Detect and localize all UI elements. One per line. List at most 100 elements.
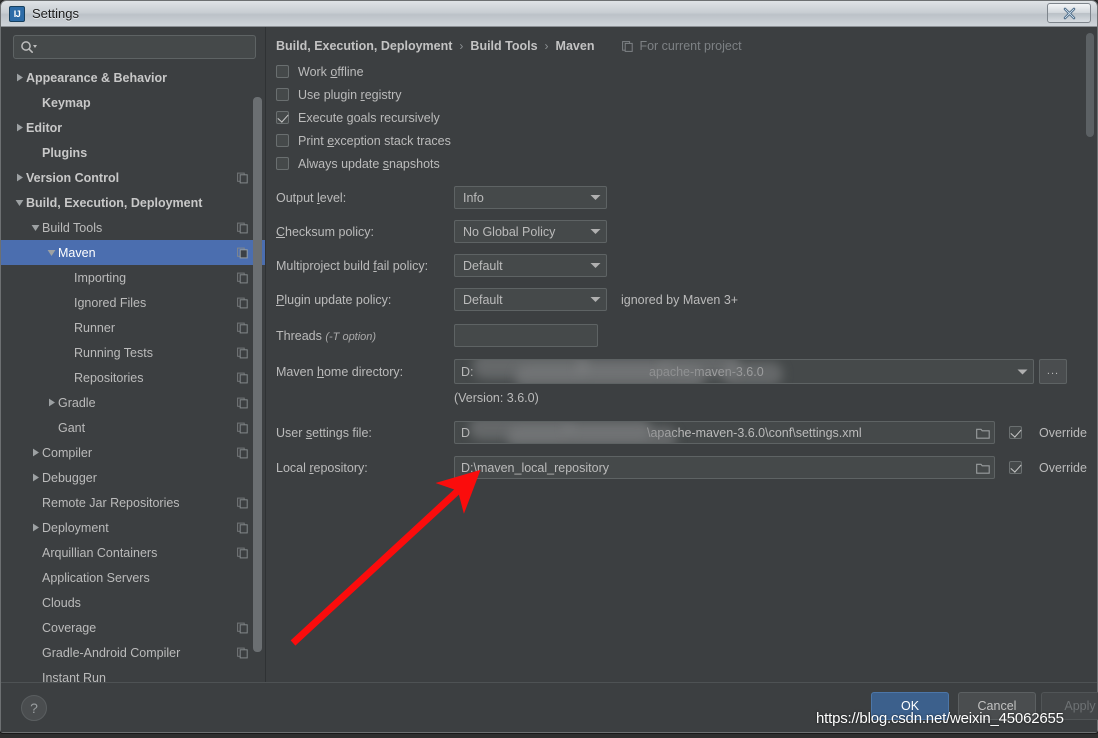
sidebar-item-repositories[interactable]: Repositories (1, 365, 266, 390)
breadcrumb-item-0[interactable]: Build, Execution, Deployment (276, 39, 452, 53)
local-repository-row: Local repository: D:\maven_local_reposit… (266, 456, 1097, 479)
copy-settings-icon[interactable] (237, 372, 248, 383)
copy-settings-icon[interactable] (237, 522, 248, 533)
tree-twisty[interactable] (13, 73, 26, 82)
checkbox-use-plugin-registry[interactable] (276, 88, 289, 101)
local-repository-override-group[interactable]: Override (1009, 461, 1087, 475)
settings-tree[interactable]: Appearance & Behavior Keymap Editor Plugins… (1, 65, 266, 682)
local-repository-browse-icon[interactable] (976, 462, 990, 474)
sidebar-item-build-tools[interactable]: Build Tools (1, 215, 266, 240)
detail-scrollbar-thumb[interactable] (1086, 33, 1094, 137)
user-settings-input[interactable]: D \apache-maven-3.6.0\conf\settings.xml (454, 421, 995, 444)
tree-twisty[interactable] (45, 249, 58, 257)
tree-twisty[interactable] (45, 398, 58, 407)
copy-settings-icon[interactable] (237, 497, 248, 508)
sidebar-item-gant[interactable]: Gant (1, 415, 266, 440)
copy-settings-icon[interactable] (237, 247, 248, 258)
sidebar-item-arquillian-containers[interactable]: Arquillian Containers (1, 540, 266, 565)
checkbox-always-update-snapshots[interactable] (276, 157, 289, 170)
copy-settings-icon[interactable] (237, 322, 248, 333)
checkbox-row-execute-goals-recursively[interactable]: Execute goals recursively (266, 106, 1097, 129)
redacted-path-block (565, 422, 651, 439)
copy-settings-icon[interactable] (237, 547, 248, 558)
sidebar-item-clouds[interactable]: Clouds (1, 590, 266, 615)
user-settings-override-checkbox[interactable] (1009, 426, 1022, 439)
copy-settings-icon[interactable] (237, 172, 248, 183)
copy-settings-icon[interactable] (237, 647, 248, 658)
copy-settings-icon[interactable] (237, 447, 248, 458)
sidebar-item-maven[interactable]: Maven (1, 240, 266, 265)
sidebar-item-label: Compiler (42, 445, 93, 460)
copy-settings-icon[interactable] (237, 222, 248, 233)
sidebar-item-appearance-behavior[interactable]: Appearance & Behavior (1, 65, 266, 90)
sidebar-scrollbar[interactable] (253, 65, 262, 682)
chevron-down-icon[interactable] (1017, 368, 1028, 375)
local-repository-override-checkbox[interactable] (1009, 461, 1022, 474)
sidebar-item-importing[interactable]: Importing (1, 265, 266, 290)
sidebar-item-editor[interactable]: Editor (1, 115, 266, 140)
sidebar-item-gradle[interactable]: Gradle (1, 390, 266, 415)
maven-home-combo[interactable]: D: apache-maven-3.6.0 (454, 359, 1034, 384)
sidebar-item-plugins[interactable]: Plugins (1, 140, 266, 165)
tree-twisty[interactable] (29, 523, 42, 532)
checksum-policy-select[interactable]: No Global Policy (454, 220, 607, 243)
checkbox-row-print-exception-stack-traces[interactable]: Print exception stack traces (266, 129, 1097, 152)
threads-input[interactable] (454, 324, 598, 347)
breadcrumb-item-1[interactable]: Build Tools (470, 39, 537, 53)
checkbox-row-always-update-snapshots[interactable]: Always update snapshots (266, 152, 1097, 175)
maven-home-browse-button[interactable]: ... (1039, 359, 1067, 384)
sidebar-item-version-control[interactable]: Version Control (1, 165, 266, 190)
user-settings-row: User settings file: D \apache-maven-3.6.… (266, 421, 1097, 444)
plugin-update-policy-select[interactable]: Default (454, 288, 607, 311)
chevron-down-icon (590, 297, 601, 302)
search-box[interactable] (13, 35, 256, 59)
sidebar-item-application-servers[interactable]: Application Servers (1, 565, 266, 590)
sidebar-item-compiler[interactable]: Compiler (1, 440, 266, 465)
user-settings-override-group[interactable]: Override (1009, 426, 1087, 440)
copy-settings-icon[interactable] (237, 347, 248, 358)
sidebar-item-label: Runner (74, 320, 115, 335)
sidebar-item-running-tests[interactable]: Running Tests (1, 340, 266, 365)
checkbox-print-exception-stack-traces[interactable] (276, 134, 289, 147)
sidebar-item-debugger[interactable]: Debugger (1, 465, 266, 490)
sidebar-item-build-execution-deployment[interactable]: Build, Execution, Deployment (1, 190, 266, 215)
sidebar-item-instant-run[interactable]: Instant Run (1, 665, 266, 683)
search-container (1, 27, 266, 65)
tree-twisty[interactable] (13, 123, 26, 132)
sidebar-item-coverage[interactable]: Coverage (1, 615, 266, 640)
checkbox-execute-goals-recursively[interactable] (276, 111, 289, 124)
sidebar-item-deployment[interactable]: Deployment (1, 515, 266, 540)
sidebar-item-gradle-android-compiler[interactable]: Gradle-Android Compiler (1, 640, 266, 665)
sidebar-item-ignored-files[interactable]: Ignored Files (1, 290, 266, 315)
copy-settings-icon[interactable] (237, 622, 248, 633)
copy-settings-icon[interactable] (237, 422, 248, 433)
search-input[interactable] (38, 40, 255, 54)
multiproject-fail-policy-select[interactable]: Default (454, 254, 607, 277)
close-icon[interactable] (1047, 3, 1091, 23)
tree-twisty[interactable] (13, 173, 26, 182)
sidebar-item-keymap[interactable]: Keymap (1, 90, 266, 115)
output-level-label: Output level: (276, 190, 347, 205)
sidebar-item-label: Gradle-Android Compiler (42, 645, 181, 660)
copy-settings-icon[interactable] (237, 297, 248, 308)
tree-twisty[interactable] (29, 473, 42, 482)
window-title: Settings (32, 6, 79, 21)
tree-twisty[interactable] (29, 448, 42, 457)
checksum-policy-value: No Global Policy (463, 224, 556, 239)
checkbox-row-work-offline[interactable]: Work offline (266, 60, 1097, 83)
checkbox-row-use-plugin-registry[interactable]: Use plugin registry (266, 83, 1097, 106)
user-settings-browse-icon[interactable] (976, 427, 990, 439)
copy-settings-icon[interactable] (237, 397, 248, 408)
copy-settings-icon[interactable] (237, 272, 248, 283)
checkbox-work-offline[interactable] (276, 65, 289, 78)
sidebar-item-remote-jar-repositories[interactable]: Remote Jar Repositories (1, 490, 266, 515)
checksum-policy-label: Checksum policy: (276, 224, 374, 239)
help-button[interactable]: ? (21, 695, 47, 721)
local-repository-input[interactable]: D:\maven_local_repository (454, 456, 995, 479)
sidebar-item-runner[interactable]: Runner (1, 315, 266, 340)
sidebar-scrollbar-thumb[interactable] (253, 97, 262, 652)
tree-twisty[interactable] (29, 224, 42, 232)
chevron-right-icon (16, 173, 23, 182)
tree-twisty[interactable] (13, 199, 26, 207)
output-level-select[interactable]: Info (454, 186, 607, 209)
